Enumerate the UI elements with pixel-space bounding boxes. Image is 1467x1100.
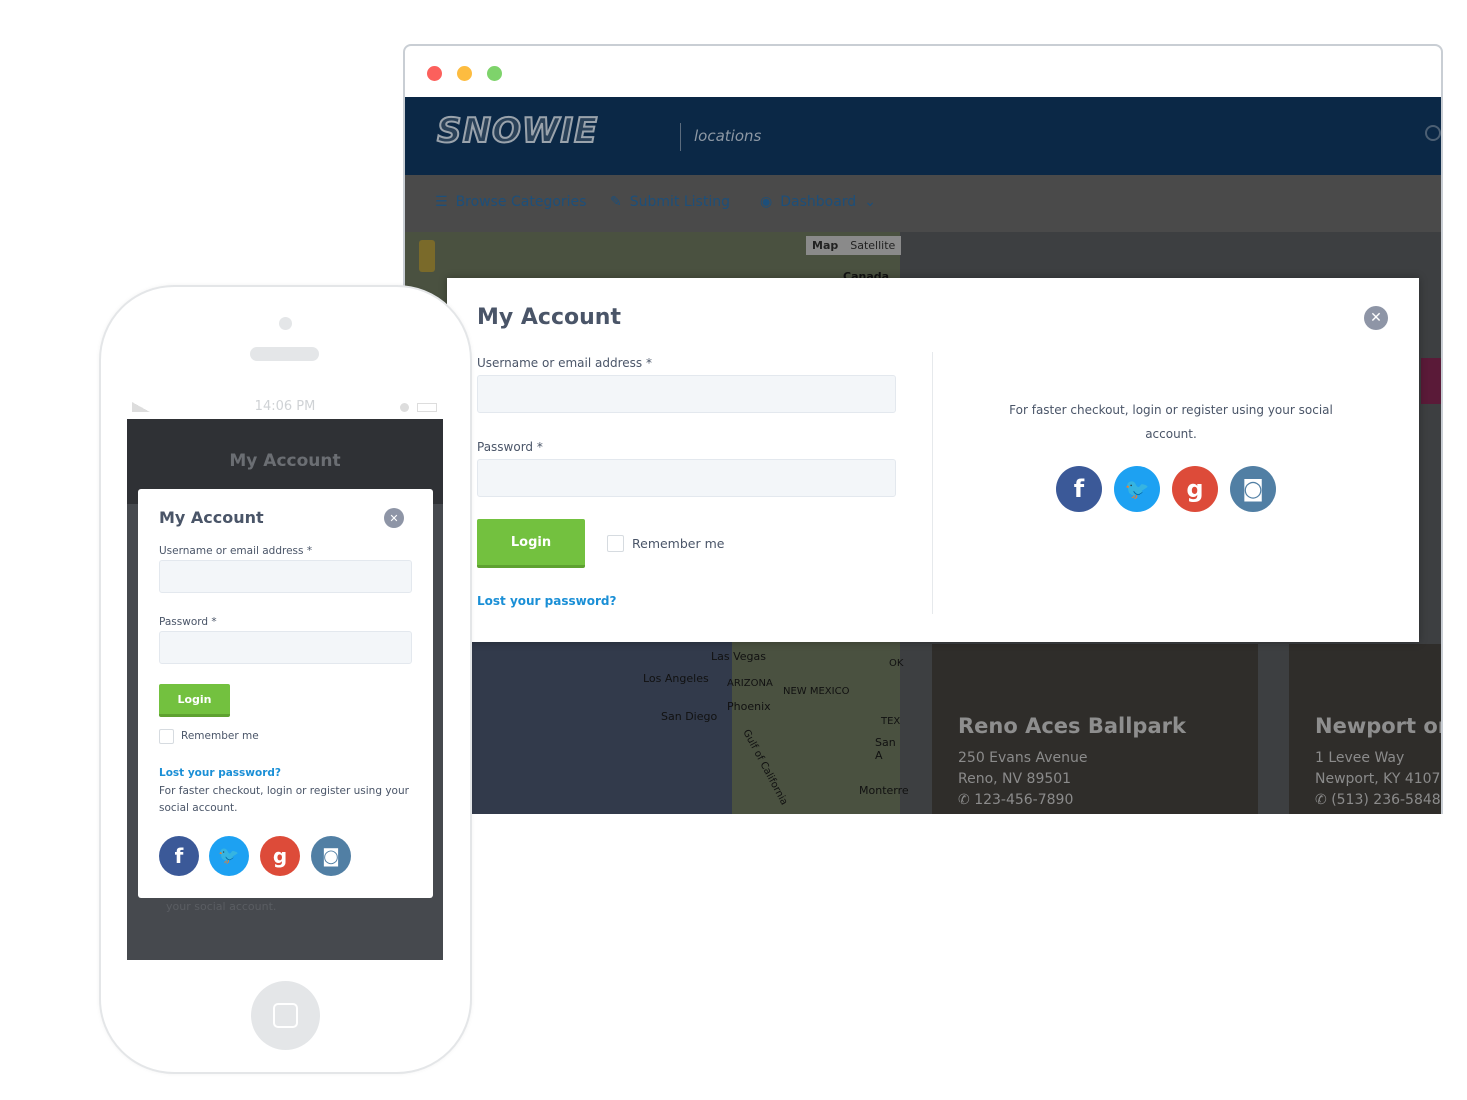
map-label: Monterre (859, 784, 909, 797)
map-label: Phoenix (727, 700, 771, 713)
remember-label: Remember me (632, 536, 725, 551)
username-input[interactable] (477, 375, 896, 413)
page-title: My Account (229, 451, 341, 471)
mobile-login-modal: My Account ✕ Username or email address *… (138, 489, 433, 898)
camera (279, 317, 292, 330)
behind-text: your social account. (166, 900, 277, 913)
password-label: Password * (477, 440, 543, 454)
instagram-icon[interactable]: ◙ (311, 836, 351, 876)
google-icon[interactable]: g (1172, 466, 1218, 512)
logo[interactable]: SNOWIE (436, 110, 598, 152)
map-label: Gulf of California (740, 727, 790, 808)
username-label: Username or email address * (159, 545, 313, 557)
edit-icon: ✎ (610, 194, 622, 210)
remember-checkbox[interactable] (607, 535, 624, 552)
logo-subtitle: locations (694, 127, 762, 145)
pegman-icon[interactable] (419, 240, 435, 272)
map-label: Los Angeles (643, 672, 709, 685)
minimize-window-button[interactable] (457, 66, 472, 81)
google-icon[interactable]: g (260, 836, 300, 876)
battery-icon (417, 403, 437, 412)
remember-checkbox[interactable] (159, 729, 174, 744)
ocean (472, 642, 732, 814)
divider (932, 352, 933, 614)
username-input[interactable] (159, 560, 412, 593)
username-label: Username or email address * (477, 356, 652, 370)
map-label: ARIZONA (727, 678, 773, 689)
close-icon[interactable]: ✕ (1364, 306, 1388, 330)
menu-icon: ☰ (435, 194, 448, 210)
home-icon (273, 1003, 298, 1028)
facebook-icon[interactable]: f (159, 836, 199, 876)
twitter-icon[interactable]: 🐦 (209, 836, 249, 876)
phone-icon: ✆ (958, 792, 975, 808)
lost-password-link[interactable]: Lost your password? (477, 594, 616, 608)
map-label: San Diego (661, 710, 718, 723)
login-button[interactable]: Login (477, 519, 585, 568)
social-text: For faster checkout, login or register u… (159, 785, 409, 814)
password-input[interactable] (159, 631, 412, 664)
twitter-icon[interactable]: 🐦 (1114, 466, 1160, 512)
search-icon[interactable] (1425, 125, 1441, 141)
main-nav: ☰ Browse Categories ✎ Submit Listing ◉ Dash… (405, 175, 1441, 232)
accent-block (1421, 358, 1441, 404)
listing-card[interactable]: Reno Aces Ballpark 250 Evans Avenue Reno… (932, 644, 1258, 814)
password-input[interactable] (477, 459, 896, 497)
nav-browse-categories[interactable]: ☰ Browse Categories (435, 194, 586, 210)
maximize-window-button[interactable] (487, 66, 502, 81)
map-type-control: Map Satellite (806, 236, 902, 255)
lost-password-link[interactable]: Lost your password? (159, 767, 281, 779)
remember-label: Remember me (181, 730, 259, 742)
alarm-icon (400, 403, 409, 412)
instagram-icon[interactable]: ◙ (1230, 466, 1276, 512)
login-modal: My Account ✕ Username or email address *… (447, 278, 1419, 642)
chevron-down-icon: ⌄ (864, 194, 876, 210)
map-label: OK (889, 658, 904, 669)
home-button[interactable] (251, 981, 320, 1050)
close-window-button[interactable] (427, 66, 442, 81)
listing-card[interactable]: Newport on 1 Levee Way Newport, KY 41071… (1289, 644, 1441, 814)
phone-icon: ✆ (1315, 792, 1332, 808)
map-label: NEW MEXICO (783, 686, 850, 697)
close-icon[interactable]: ✕ (384, 508, 404, 528)
speaker (250, 347, 319, 361)
user-icon: ◉ (760, 194, 773, 210)
modal-title: My Account (477, 305, 621, 330)
modal-title: My Account (159, 508, 264, 527)
site-header: SNOWIE locations (405, 97, 1441, 175)
password-label: Password * (159, 616, 217, 628)
satellite-button[interactable]: Satellite (844, 236, 901, 255)
map-label: Las Vegas (711, 650, 766, 663)
status-time: 14:06 PM (254, 399, 316, 414)
facebook-icon[interactable]: f (1056, 466, 1102, 512)
map-label: TEX (881, 716, 901, 727)
nav-submit-listing[interactable]: ✎ Submit Listing (610, 194, 730, 210)
login-button[interactable]: Login (159, 684, 230, 717)
social-text: For faster checkout, login or register u… (1009, 403, 1333, 441)
map-button[interactable]: Map (806, 236, 844, 255)
nav-dashboard[interactable]: ◉ Dashboard ⌄ (760, 194, 876, 210)
divider (680, 123, 681, 151)
map-label: San A (875, 736, 896, 762)
